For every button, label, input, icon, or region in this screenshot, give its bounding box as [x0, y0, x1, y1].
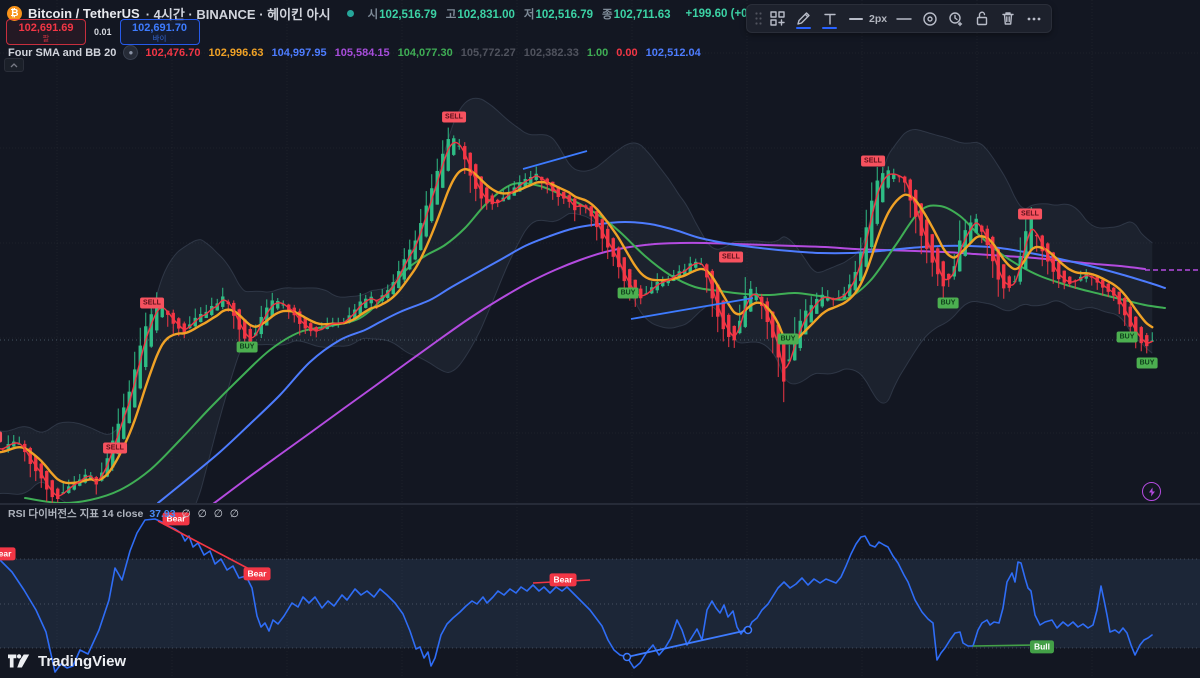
indicator-value: 1.00 [586, 46, 609, 59]
buy-price: 102,691.70 [132, 22, 188, 34]
sell-signal-label[interactable]: SELL [1018, 208, 1042, 220]
legend-collapse-button[interactable] [4, 58, 24, 72]
buy-signal-label[interactable]: BUY [1136, 357, 1158, 369]
indicator-value: 102,996.63 [208, 46, 264, 59]
ohlc-pair: 저102,516.79 [523, 8, 594, 21]
line-style-icon[interactable] [892, 7, 915, 30]
trash-icon[interactable] [996, 7, 1019, 30]
indicator-value: 102,512.04 [645, 46, 701, 59]
rsi-legend[interactable]: RSI 다이버전스 지표 14 close 37.93 ∅ ∅ ∅ ∅ [8, 506, 241, 521]
indicator-value: 104,997.95 [271, 46, 327, 59]
line-width-icon[interactable] [844, 7, 867, 30]
tradingview-mark-icon [8, 654, 30, 668]
ohlc-pair: 고102,831.00 [445, 8, 515, 21]
ohlc-pair: 종102,711.63 [602, 8, 671, 21]
ohlc-values: 시102,516.79 고102,831.00 저102,516.79 종102,71… [368, 6, 671, 22]
indicator-values: 102,476.70 102,996.63 104,997.95 105,584.15… [145, 47, 700, 59]
spread-value: 0.01 [94, 27, 112, 38]
sell-signal-label[interactable]: SELL [103, 442, 127, 454]
indicator-value: 105,584.15 [334, 46, 390, 59]
market-status-dot [346, 10, 354, 17]
tradingview-logo[interactable]: TradingView [8, 652, 126, 670]
tradingview-app: SELL SELL SELL SELL SELL SELL SELL BUY BUY BUY BUY… [0, 0, 1200, 678]
settings-icon[interactable] [918, 7, 941, 30]
buy-signal-label[interactable]: BUY [937, 297, 959, 309]
lightning-icon [1148, 487, 1155, 496]
bear-divergence-label[interactable]: Bear [549, 573, 577, 587]
sell-price: 102,691.69 [18, 22, 74, 34]
indicator-value: 105,772.27 [460, 46, 516, 59]
quick-trade-lightning-button[interactable] [1142, 482, 1161, 501]
chevron-up-icon [10, 62, 18, 67]
indicator-name[interactable]: Four SMA and BB 20 [8, 47, 116, 59]
pencil-tool-icon[interactable] [792, 7, 815, 30]
indicator-value: 0.00 [616, 46, 638, 59]
bear-divergence-label[interactable]: Bear [243, 567, 271, 581]
buy-signal-label[interactable]: BUY [617, 287, 639, 299]
more-options-icon[interactable] [1022, 7, 1045, 30]
buy-button[interactable]: 102,691.70 바이 [119, 19, 200, 46]
sell-signal-label[interactable]: SELL [719, 251, 743, 263]
buy-label: 바이 [152, 33, 167, 43]
sell-signal-label[interactable]: SELL [442, 111, 466, 123]
layout-add-icon[interactable] [766, 7, 789, 30]
unlock-icon[interactable] [970, 7, 993, 30]
indicator-value: 102,382.33 [523, 46, 579, 59]
sell-button[interactable]: 102,691.69 팔 [6, 19, 86, 46]
bear-divergence-label[interactable]: Bear [0, 547, 16, 561]
rsi-value: 37.93 [149, 507, 176, 520]
indicator-value: 102,476.70 [145, 46, 201, 59]
tradingview-logo-text: TradingView [38, 652, 127, 670]
drawing-toolbar: 2px [746, 4, 1053, 33]
sell-signal-label[interactable]: SELL [0, 431, 2, 443]
sell-signal-label[interactable]: SELL [140, 297, 164, 309]
buy-signal-label[interactable]: BUY [1116, 331, 1138, 343]
toolbar-drag-handle[interactable] [753, 7, 763, 30]
line-width-value[interactable]: 2px [869, 13, 887, 25]
add-alert-icon[interactable] [944, 7, 967, 30]
bull-divergence-label[interactable]: Bull [1029, 640, 1055, 654]
sell-signal-label[interactable]: SELL [861, 155, 885, 167]
indicator-value: 104,077.30 [397, 46, 453, 59]
sell-label: 팔 [42, 33, 50, 43]
text-tool-icon[interactable] [818, 7, 841, 30]
buy-signal-label[interactable]: BUY [236, 341, 258, 353]
main-chart[interactable] [0, 0, 1200, 678]
buy-signal-label[interactable]: BUY [777, 333, 799, 345]
indicator-legend[interactable]: Four SMA and BB 20 ● 102,476.70 102,996.6… [8, 45, 701, 60]
ohlc-pair: 시102,516.79 [367, 8, 437, 21]
order-panel: 102,691.69 팔 0.01 102,691.70 바이 [6, 19, 200, 46]
rsi-name[interactable]: RSI 다이버전스 지표 14 close [8, 506, 143, 521]
rsi-null-values: ∅ ∅ ∅ ∅ [181, 507, 241, 520]
indicator-settings-icon[interactable]: ● [123, 45, 139, 60]
